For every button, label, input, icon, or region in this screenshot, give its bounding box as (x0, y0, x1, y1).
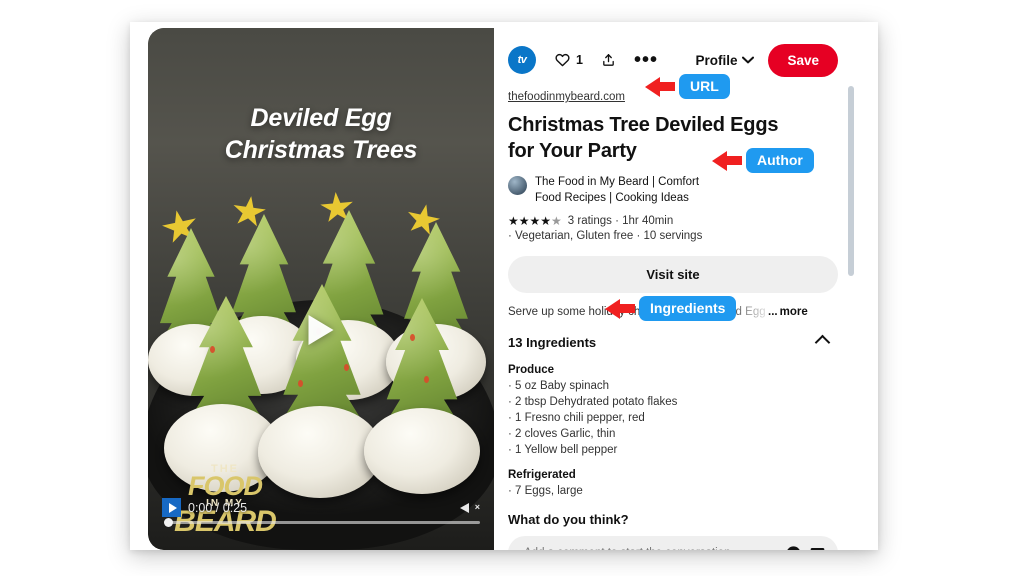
list-item: · 7 Eggs, large (508, 485, 583, 498)
diet-meta: · Vegetarian, Gluten free · 10 servings (508, 230, 703, 243)
list-item: · 1 Fresno chili pepper, red (508, 412, 645, 425)
callout-label: Author (746, 148, 814, 173)
emoji-smiley-icon[interactable] (785, 545, 802, 550)
arrow-left-icon (605, 298, 620, 319)
like-button[interactable]: 1 (554, 52, 583, 68)
list-item: · 1 Yellow bell pepper (508, 444, 618, 457)
visit-site-button[interactable]: Visit site (508, 256, 838, 294)
ingredient-category: Produce (508, 364, 555, 377)
arrow-tail (659, 82, 675, 91)
callout-author: Author (712, 148, 814, 173)
screenshot-root: Deviled Egg Christmas Trees THE FOOD IN … (0, 0, 1024, 576)
chevron-up-icon[interactable] (814, 334, 831, 351)
rating-row: ★★★★★ 3 ratings · 1hr 40min (508, 215, 838, 227)
source-domain-link[interactable]: thefoodinmybeard.com (508, 91, 625, 103)
pepper-speck (210, 346, 215, 353)
detail-toolbar: tv 1 ••• Profile Save (508, 42, 838, 78)
video-overlay-title-line2: Christmas Trees (224, 136, 418, 164)
pepper-speck (410, 334, 415, 341)
ingredients-count-label: 13 Ingredients (508, 335, 597, 351)
callout-label: Ingredients (639, 296, 737, 321)
pin-closeup: Deviled Egg Christmas Trees THE FOOD IN … (148, 28, 860, 550)
description-more-link[interactable]: more (780, 306, 808, 318)
share-button[interactable] (601, 52, 616, 68)
egg-graphic (364, 408, 480, 494)
avatar-label: tv (517, 54, 527, 66)
like-count: 1 (576, 53, 583, 67)
video-time-display: 0:00 / 0:25 (188, 500, 248, 515)
arrow-tail (726, 156, 742, 165)
rating-meta: 3 ratings · 1hr 40min (567, 215, 674, 228)
play-icon[interactable] (162, 498, 181, 517)
video-progress-handle[interactable] (164, 518, 173, 527)
video-overlay-title-line1: Deviled Egg (250, 104, 392, 132)
avatar[interactable]: tv (508, 46, 536, 74)
comment-composer[interactable] (508, 536, 838, 550)
pepper-speck (344, 364, 349, 371)
video-controls: 0:00 / 0:25 × (148, 486, 494, 550)
profile-selector[interactable]: Profile (695, 52, 755, 68)
list-item: · 5 oz Baby spinach (508, 380, 610, 393)
more-options-button[interactable]: ••• (633, 49, 658, 71)
arrow-left-icon (712, 150, 727, 171)
comment-input[interactable] (524, 547, 778, 550)
arrow-tail (619, 304, 635, 313)
author-name: The Food in My Beard | Comfort Food Reci… (535, 176, 700, 204)
video-overlay-title: Deviled Egg Christmas Trees (148, 102, 494, 166)
description-ellipsis: ... (768, 306, 778, 319)
callout-ingredients: Ingredients (605, 296, 737, 321)
callout-label: URL (679, 74, 730, 99)
author-avatar (508, 176, 527, 196)
list-item: · 2 cloves Garlic, thin (508, 428, 616, 441)
ingredient-section: Produce · 5 oz Baby spinach · 2 tbsp Deh… (508, 364, 838, 456)
star-rating: ★★★★★ (508, 214, 562, 229)
ingredient-section: Refrigerated · 7 Eggs, large (508, 469, 838, 497)
callout-url: URL (645, 74, 730, 99)
pepper-speck (298, 380, 303, 387)
pepper-speck (424, 376, 429, 383)
arrow-left-icon (645, 76, 660, 97)
author-row[interactable]: The Food in My Beard | Comfort Food Reci… (508, 175, 838, 206)
chevron-down-icon (742, 56, 755, 64)
ingredients-header[interactable]: 13 Ingredients (508, 334, 838, 351)
speaker-muted-icon[interactable]: × (460, 500, 480, 516)
detail-scrollbar[interactable] (848, 86, 854, 276)
list-item: · 2 tbsp Dehydrated potato flakes (508, 396, 678, 409)
heart-icon (555, 53, 570, 67)
ellipsis-icon: ••• (633, 49, 658, 71)
ingredient-category: Refrigerated (508, 469, 576, 482)
play-triangle-icon[interactable] (308, 315, 334, 345)
profile-label: Profile (695, 52, 738, 68)
image-attach-icon[interactable] (809, 545, 826, 550)
video-progress-bar[interactable] (166, 521, 480, 524)
pin-detail-pane: tv 1 ••• Profile Save thefoodinmybeard.c… (494, 28, 860, 550)
video-player[interactable]: Deviled Egg Christmas Trees THE FOOD IN … (148, 28, 494, 550)
comments-heading: What do you think? (508, 512, 629, 528)
share-upload-icon (603, 54, 614, 66)
save-button[interactable]: Save (768, 43, 838, 77)
